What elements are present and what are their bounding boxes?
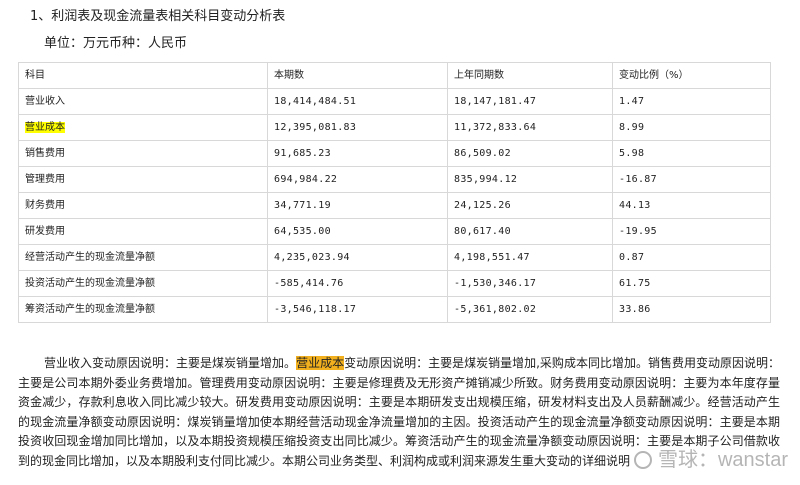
row-previous-value: 18,147,181.47: [447, 88, 613, 115]
row-change-percent: 5.98: [612, 140, 771, 167]
row-change-percent-text: 0.87: [619, 251, 645, 263]
header-subject: 科目: [18, 62, 268, 89]
watermark-text: 雪球：wanstar: [657, 449, 788, 471]
row-current-value: 64,535.00: [267, 218, 448, 245]
row-change-percent-text: 5.98: [619, 147, 645, 159]
row-change-percent-text: -16.87: [619, 173, 657, 185]
row-previous-value: 835,994.12: [447, 166, 613, 193]
row-subject-text: 筹资活动产生的现金流量净额: [25, 303, 155, 315]
row-change-percent-text: 61.75: [619, 277, 651, 289]
row-subject: 投资活动产生的现金流量净额: [18, 270, 268, 297]
row-current-value-text: 4,235,023.94: [274, 251, 350, 263]
row-previous-value-text: 835,994.12: [454, 173, 518, 185]
row-change-percent: 61.75: [612, 270, 771, 297]
row-current-value: 18,414,484.51: [267, 88, 448, 115]
row-current-value: 34,771.19: [267, 192, 448, 219]
row-current-value-text: 34,771.19: [274, 199, 331, 211]
row-previous-value: -1,530,346.17: [447, 270, 613, 297]
row-subject: 筹资活动产生的现金流量净额: [18, 296, 268, 323]
row-subject-text: 营业成本: [25, 121, 65, 133]
row-subject-text: 经营活动产生的现金流量净额: [25, 251, 155, 263]
row-subject: 销售费用: [18, 140, 268, 167]
row-previous-value-text: 86,509.02: [454, 147, 511, 159]
row-change-percent: 0.87: [612, 244, 771, 271]
row-subject-text: 销售费用: [25, 147, 65, 159]
document-page: 1、利润表及现金流量表相关科目变动分析表 单位：万元币种：人民币 科目 本期数 …: [0, 0, 800, 485]
row-subject: 财务费用: [18, 192, 268, 219]
row-subject: 管理费用: [18, 166, 268, 193]
row-subject-text: 营业收入: [25, 95, 65, 107]
table-row: 销售费用 91,685.23 86,509.02 5.98: [18, 140, 771, 167]
row-previous-value-text: 24,125.26: [454, 199, 511, 211]
row-previous-value-text: 11,372,833.64: [454, 121, 537, 133]
row-change-percent: 8.99: [612, 114, 771, 141]
row-change-percent-text: 44.13: [619, 199, 651, 211]
table-row: 投资活动产生的现金流量净额 -585,414.76 -1,530,346.17 61.…: [18, 270, 771, 297]
row-change-percent: 44.13: [612, 192, 771, 219]
section-heading: 1、利润表及现金流量表相关科目变动分析表: [30, 9, 286, 24]
row-subject-text: 财务费用: [25, 199, 65, 211]
row-subject: 营业成本: [18, 114, 268, 141]
highlighted-term: 营业成本: [296, 356, 345, 370]
row-previous-value-text: -5,361,802.02: [454, 303, 537, 315]
table-row: 财务费用 34,771.19 24,125.26 44.13: [18, 192, 771, 219]
row-subject: 经营活动产生的现金流量净额: [18, 244, 268, 271]
header-change: 变动比例（%）: [612, 62, 771, 89]
row-previous-value: -5,361,802.02: [447, 296, 613, 323]
table-row: 筹资活动产生的现金流量净额 -3,546,118.17 -5,361,802.02 3…: [18, 296, 771, 323]
row-previous-value: 80,617.40: [447, 218, 613, 245]
row-current-value: -585,414.76: [267, 270, 448, 297]
row-current-value: 694,984.22: [267, 166, 448, 193]
income-cashflow-table: 科目 本期数 上年同期数 变动比例（%） 营业收入 18,414,484.51 18…: [18, 62, 771, 323]
paragraph-lead: 营业收入变动原因说明：主要是煤炭销量增加。: [44, 356, 297, 370]
row-change-percent-text: 33.86: [619, 303, 651, 315]
header-previous: 上年同期数: [447, 62, 613, 89]
row-change-percent: -16.87: [612, 166, 771, 193]
table-row: 经营活动产生的现金流量净额 4,235,023.94 4,198,551.47 0.8…: [18, 244, 771, 271]
watermark: 雪球：wanstar: [633, 449, 788, 471]
row-change-percent: -19.95: [612, 218, 771, 245]
row-previous-value: 24,125.26: [447, 192, 613, 219]
table-row: 研发费用 64,535.00 80,617.40 -19.95: [18, 218, 771, 245]
row-change-percent-text: -19.95: [619, 225, 657, 237]
row-previous-value-text: -1,530,346.17: [454, 277, 537, 289]
row-previous-value: 11,372,833.64: [447, 114, 613, 141]
row-current-value-text: 64,535.00: [274, 225, 331, 237]
row-current-value-text: 18,414,484.51: [274, 95, 357, 107]
row-previous-value-text: 18,147,181.47: [454, 95, 537, 107]
row-change-percent-text: 1.47: [619, 95, 645, 107]
table-row: 营业成本 12,395,081.83 11,372,833.64 8.99: [18, 114, 771, 141]
table-row: 管理费用 694,984.22 835,994.12 -16.87: [18, 166, 771, 193]
xueqiu-logo-icon: [633, 451, 652, 469]
row-current-value: -3,546,118.17: [267, 296, 448, 323]
unit-currency-line: 单位：万元币种：人民币: [44, 36, 188, 51]
row-change-percent-text: 8.99: [619, 121, 645, 133]
row-previous-value-text: 80,617.40: [454, 225, 511, 237]
row-subject-text: 研发费用: [25, 225, 65, 237]
row-change-percent: 1.47: [612, 88, 771, 115]
row-previous-value: 4,198,551.47: [447, 244, 613, 271]
row-current-value: 12,395,081.83: [267, 114, 448, 141]
table-header-row: 科目 本期数 上年同期数 变动比例（%）: [18, 62, 771, 89]
row-current-value-text: 91,685.23: [274, 147, 331, 159]
row-subject: 营业收入: [18, 88, 268, 115]
row-current-value: 91,685.23: [267, 140, 448, 167]
row-current-value-text: 12,395,081.83: [274, 121, 357, 133]
table-row: 营业收入 18,414,484.51 18,147,181.47 1.47: [18, 88, 771, 115]
row-subject-text: 管理费用: [25, 173, 65, 185]
row-current-value-text: 694,984.22: [274, 173, 338, 185]
row-change-percent: 33.86: [612, 296, 771, 323]
row-current-value-text: -585,414.76: [274, 277, 344, 289]
table-body: 科目 本期数 上年同期数 变动比例（%） 营业收入 18,414,484.51 18…: [18, 62, 771, 323]
row-previous-value-text: 4,198,551.47: [454, 251, 530, 263]
row-current-value-text: -3,546,118.17: [274, 303, 357, 315]
row-current-value: 4,235,023.94: [267, 244, 448, 271]
header-current: 本期数: [267, 62, 448, 89]
row-subject: 研发费用: [18, 218, 268, 245]
row-previous-value: 86,509.02: [447, 140, 613, 167]
row-subject-text: 投资活动产生的现金流量净额: [25, 277, 155, 289]
